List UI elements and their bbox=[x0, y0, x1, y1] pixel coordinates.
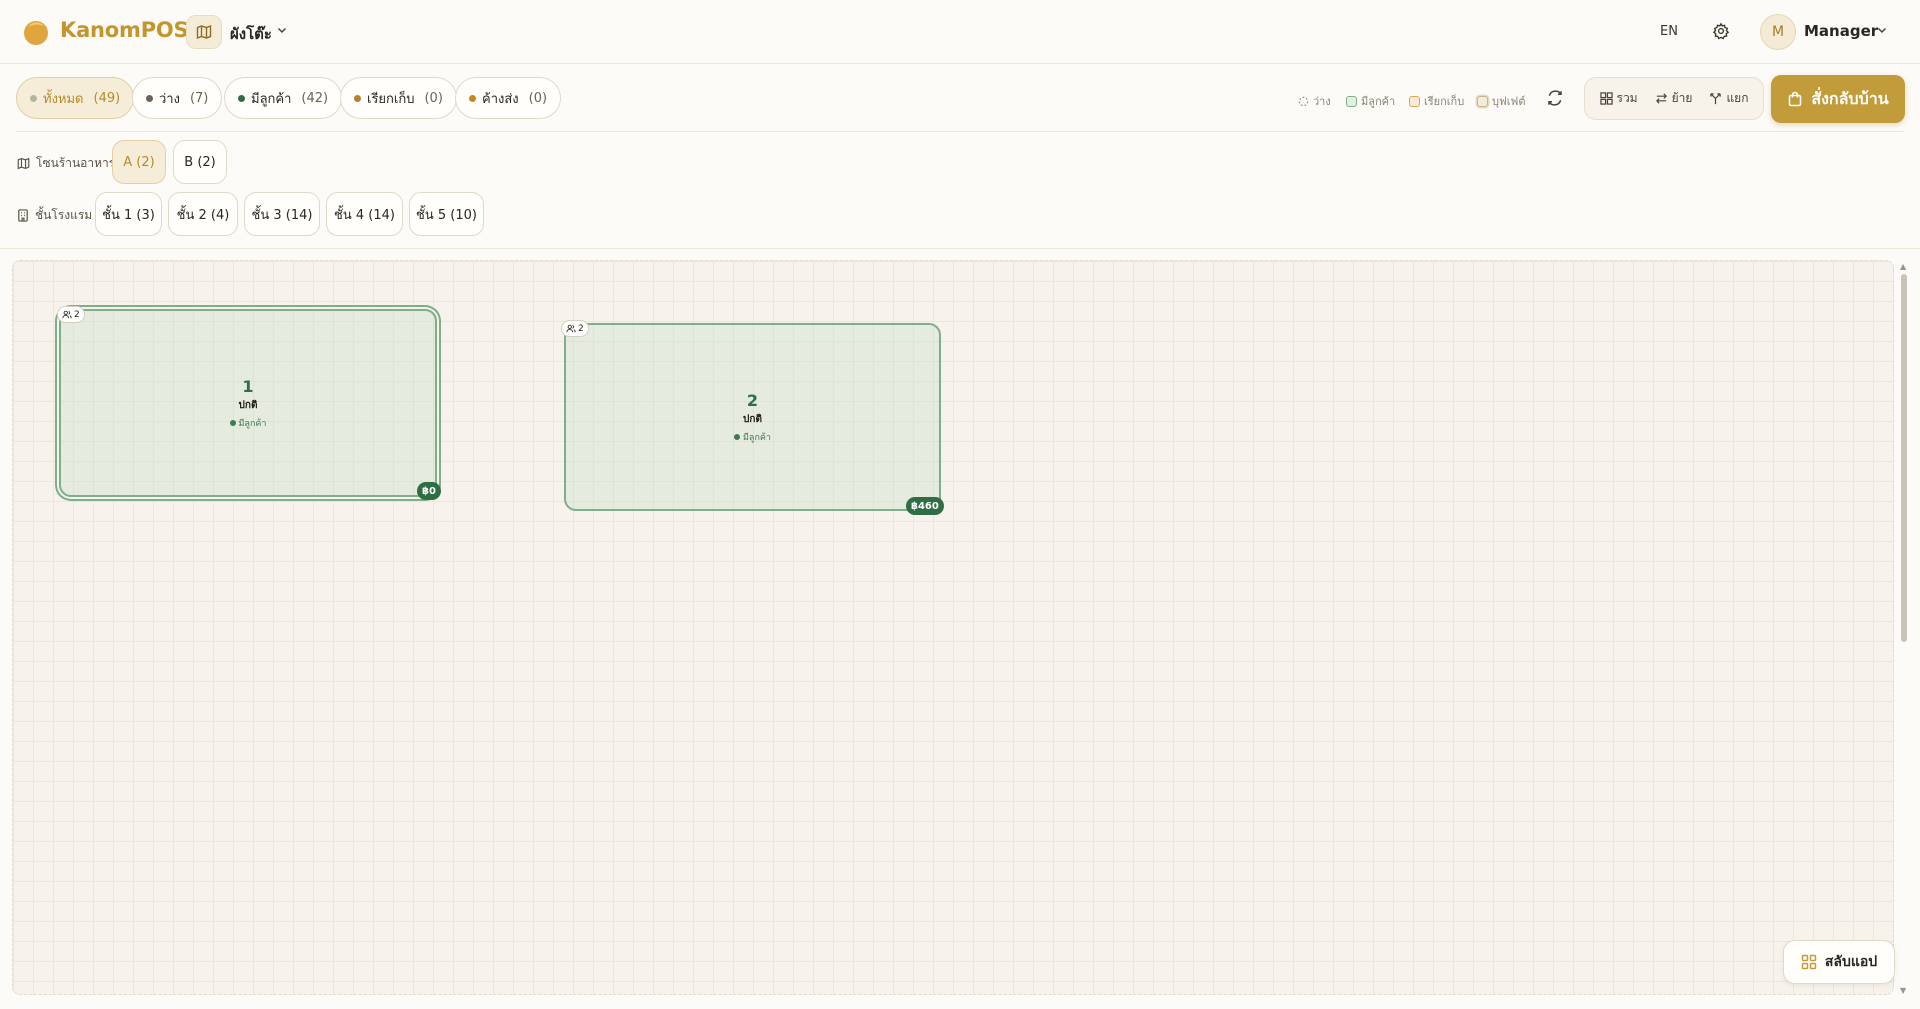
divider bbox=[16, 131, 1904, 132]
logo-icon bbox=[24, 21, 48, 45]
table-total-badge: ฿460 bbox=[906, 497, 944, 515]
legend-label: มีลูกค้า bbox=[1361, 95, 1396, 108]
seat-count-badge: 2 bbox=[561, 320, 589, 337]
zone-label-text: โซนร้านอาหาร bbox=[36, 156, 116, 170]
brand-name: KanomPOS bbox=[60, 18, 189, 42]
users-icon bbox=[62, 310, 72, 319]
scroll-down-arrow[interactable]: ▼ bbox=[1900, 986, 1906, 995]
table-2[interactable]: 2 ปกติ มีลูกค้า bbox=[564, 323, 941, 511]
filter-count: (7) bbox=[189, 90, 209, 106]
filter-pending[interactable]: ค้างส่ง (0) bbox=[455, 77, 562, 119]
legend-label: เรียกเก็บ bbox=[1424, 95, 1465, 108]
dashed-circle-icon bbox=[1298, 96, 1309, 106]
legend-billing: เรียกเก็บ bbox=[1409, 92, 1464, 110]
floor-tab-5[interactable]: ชั้น 5 (10) bbox=[409, 192, 484, 236]
table-number: 2 bbox=[746, 390, 759, 410]
legend-swatch bbox=[1409, 95, 1420, 107]
occupancy-label: มีลูกค้า bbox=[238, 418, 267, 429]
zone-tab-b[interactable]: B (2) bbox=[173, 140, 227, 184]
split-icon bbox=[1710, 93, 1722, 105]
filter-all[interactable]: ทั้งหมด (49) bbox=[16, 77, 135, 119]
filter-label: ค้างส่ง bbox=[482, 91, 519, 107]
occupancy-label: มีลูกค้า bbox=[743, 432, 771, 443]
switch-app-label: สลับแอป bbox=[1824, 954, 1878, 970]
legend-label: ว่าง bbox=[1313, 95, 1331, 108]
table-number: 1 bbox=[242, 376, 254, 396]
legend-empty: ว่าง bbox=[1298, 92, 1331, 110]
filter-billing[interactable]: เรียกเก็บ (0) bbox=[340, 77, 457, 119]
table-status: ปกติ bbox=[743, 413, 762, 425]
legend-buffet: บุฟเฟต์ bbox=[1477, 92, 1525, 110]
gear-icon[interactable] bbox=[1712, 22, 1730, 40]
filter-count: (0) bbox=[424, 90, 443, 106]
scrollbar-thumb[interactable] bbox=[1901, 274, 1907, 642]
filter-label: ทั้งหมด bbox=[43, 91, 84, 107]
status-dot bbox=[229, 419, 236, 426]
seat-count: 2 bbox=[578, 323, 584, 334]
floor-tab-4[interactable]: ชั้น 4 (14) bbox=[326, 192, 403, 236]
floor-label-text: ชั้นโรงแรม bbox=[35, 208, 93, 222]
avatar[interactable]: M bbox=[1760, 14, 1796, 50]
swap-arrows-icon bbox=[1655, 93, 1667, 104]
zone-tab-a[interactable]: A (2) bbox=[112, 140, 166, 184]
filter-count: (0) bbox=[528, 90, 548, 106]
filter-label: มีลูกค้า bbox=[251, 91, 292, 107]
split-label: แยก bbox=[1726, 91, 1749, 105]
filter-occupied[interactable]: มีลูกค้า (42) bbox=[224, 77, 343, 119]
users-icon bbox=[566, 324, 576, 333]
legend-swatch bbox=[1477, 95, 1488, 107]
switch-app-button[interactable]: สลับแอป bbox=[1783, 940, 1895, 984]
seat-count-badge: 2 bbox=[57, 306, 85, 323]
user-name[interactable]: Manager bbox=[1804, 22, 1878, 40]
floor-tab-3[interactable]: ชั้น 3 (14) bbox=[244, 192, 320, 236]
scroll-up-arrow[interactable]: ▲ bbox=[1900, 262, 1906, 271]
filter-label: ว่าง bbox=[159, 91, 180, 107]
merge-button[interactable]: รวม bbox=[1599, 89, 1638, 108]
view-selector-label[interactable]: ผังโต๊ะ bbox=[230, 22, 272, 46]
filter-empty[interactable]: ว่าง (7) bbox=[132, 77, 223, 119]
status-dot bbox=[354, 94, 361, 102]
chevron-down-icon[interactable] bbox=[1876, 24, 1888, 36]
status-dot bbox=[238, 94, 245, 102]
merge-icon bbox=[1599, 92, 1613, 105]
table-actions-group: รวม ย้าย แยก bbox=[1584, 77, 1764, 120]
top-bar: KanomPOS ผังโต๊ะ EN M Manager bbox=[0, 0, 1920, 64]
map-icon bbox=[17, 157, 30, 170]
shopping-bag-icon bbox=[1789, 91, 1802, 107]
move-label: ย้าย bbox=[1671, 91, 1693, 105]
refresh-icon[interactable] bbox=[1546, 89, 1564, 107]
floor-tab-1[interactable]: ชั้น 1 (3) bbox=[95, 192, 162, 236]
building-icon bbox=[18, 209, 28, 222]
legend-label: บุฟเฟต์ bbox=[1492, 95, 1526, 108]
chevron-down-icon[interactable] bbox=[276, 24, 288, 36]
grid-icon bbox=[1801, 954, 1817, 970]
seat-count: 2 bbox=[74, 309, 80, 320]
move-button[interactable]: ย้าย bbox=[1655, 89, 1693, 108]
map-view-button[interactable] bbox=[186, 15, 222, 49]
status-dot bbox=[146, 94, 153, 102]
takeaway-label: สั่งกลับบ้าน bbox=[1811, 88, 1889, 108]
language-toggle[interactable]: EN bbox=[1660, 24, 1678, 39]
legend-occupied: มีลูกค้า bbox=[1346, 92, 1395, 110]
zone-label: โซนร้านอาหาร bbox=[17, 154, 115, 173]
table-occupancy: มีลูกค้า bbox=[229, 416, 267, 430]
filter-count: (42) bbox=[301, 90, 329, 106]
legend-swatch bbox=[1346, 95, 1357, 107]
floor-tab-2[interactable]: ชั้น 2 (4) bbox=[168, 192, 238, 236]
table-status: ปกติ bbox=[238, 399, 258, 411]
takeaway-order-button[interactable]: สั่งกลับบ้าน bbox=[1771, 75, 1905, 123]
divider bbox=[0, 248, 1920, 249]
split-button[interactable]: แยก bbox=[1709, 89, 1748, 108]
table-1[interactable]: 1 ปกติ มีลูกค้า bbox=[59, 309, 437, 497]
floor-label: ชั้นโรงแรม bbox=[17, 206, 92, 225]
filter-label: เรียกเก็บ bbox=[367, 91, 415, 107]
status-dot bbox=[469, 94, 476, 102]
status-dot bbox=[734, 433, 740, 440]
status-dot bbox=[30, 94, 37, 102]
table-occupancy: มีลูกค้า bbox=[734, 430, 771, 444]
filter-count: (49) bbox=[93, 90, 121, 106]
merge-label: รวม bbox=[1616, 91, 1638, 105]
map-icon bbox=[196, 24, 212, 40]
table-total-badge: ฿0 bbox=[417, 482, 441, 500]
